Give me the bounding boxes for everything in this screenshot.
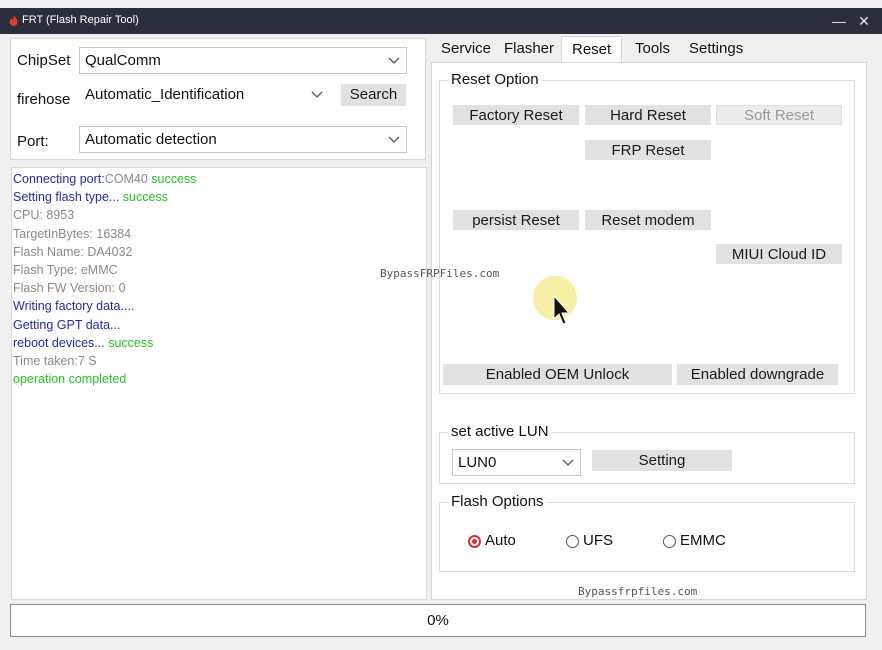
flash-option-emmc-label: EMMC <box>680 532 726 549</box>
log-line: Connecting port:COM40 success <box>13 172 196 186</box>
search-button[interactable]: Search <box>341 84 406 106</box>
flash-option-auto-label: Auto <box>485 532 516 549</box>
log-text: operation completed <box>13 372 127 387</box>
tab-flasher[interactable]: Flasher <box>504 40 554 57</box>
log-text: success <box>151 172 197 186</box>
tab-tools[interactable]: Tools <box>635 40 670 57</box>
log-line: Getting GPT data... <box>13 318 120 332</box>
radio-icon <box>663 535 676 548</box>
soft-reset-button[interactable]: Soft Reset <box>716 105 842 125</box>
log-text: Flash Name: DA4032 <box>13 244 133 259</box>
log-line: operation completed <box>13 372 126 386</box>
log-text: Flash Type: eMMC <box>13 263 118 277</box>
chevron-down-icon <box>562 459 574 466</box>
log-text: Time taken:7 S <box>13 354 97 368</box>
log-line: Flash Name: DA4032 <box>13 245 133 259</box>
mouse-pointer-icon <box>553 295 571 325</box>
port-label: Port: <box>17 133 49 150</box>
flame-app-icon <box>9 15 18 26</box>
log-text: Flash FW Version: 0 <box>13 281 126 296</box>
chipset-label: ChipSet <box>17 52 71 69</box>
frp-reset-button[interactable]: FRP Reset <box>585 140 711 160</box>
log-line: Flash FW Version: 0 <box>13 281 126 295</box>
connection-panel: ChipSet QualComm firehose Automatic_Iden… <box>10 38 426 160</box>
radio-selected-icon <box>468 535 481 548</box>
active-lun-group: set active LUN LUN0 Setting <box>439 423 855 484</box>
flash-option-ufs-label: UFS <box>583 532 613 549</box>
watermark-bottom: Bypassfrpfiles.com <box>578 585 698 598</box>
log-line: Writing factory data.... <box>13 299 134 313</box>
app-window: FRT (Flash Repair Tool) — ✕ ChipSet Qual… <box>0 0 882 650</box>
flash-options-group: Flash Options Auto UFS EMMC <box>439 493 855 572</box>
firehose-label: firehose <box>17 91 71 108</box>
log-text: TargetInBytes: 16384 <box>13 226 132 241</box>
close-button[interactable]: ✕ <box>851 8 877 34</box>
reset-option-group: Reset Option Factory Reset Hard Reset So… <box>439 71 855 394</box>
log-text: COM40 <box>104 172 152 186</box>
reset-option-legend: Reset Option <box>448 71 542 88</box>
log-text: Connecting port: <box>13 172 105 186</box>
flash-option-emmc[interactable]: EMMC <box>663 532 733 552</box>
progress-bar: 0% <box>10 604 866 637</box>
enabled-downgrade-button[interactable]: Enabled downgrade <box>677 364 838 385</box>
log-line: TargetInBytes: 16384 <box>13 227 131 241</box>
chevron-down-icon <box>311 91 323 98</box>
lun-value: LUN0 <box>458 454 497 471</box>
setting-button[interactable]: Setting <box>592 450 732 471</box>
reset-tab-page: Reset Option Factory Reset Hard Reset So… <box>431 62 867 600</box>
enabled-oem-unlock-button[interactable]: Enabled OEM Unlock <box>443 364 672 385</box>
firehose-select[interactable]: Automatic_Identification <box>79 81 330 108</box>
log-panel: Connecting port:COM40 success Setting fla… <box>11 167 427 600</box>
tab-settings[interactable]: Settings <box>689 40 743 57</box>
flash-options-legend: Flash Options <box>448 493 547 510</box>
log-text: Getting GPT data... <box>13 317 121 332</box>
chevron-down-icon <box>388 57 400 64</box>
chevron-down-icon <box>388 136 400 143</box>
log-text: success <box>108 335 154 350</box>
hard-reset-button[interactable]: Hard Reset <box>585 105 711 125</box>
firehose-value: Automatic_Identification <box>85 86 245 103</box>
port-select[interactable]: Automatic detection <box>79 126 407 153</box>
port-value: Automatic detection <box>85 131 217 148</box>
chipset-value: QualComm <box>85 52 161 69</box>
minimize-button[interactable]: — <box>826 8 852 34</box>
active-lun-legend: set active LUN <box>448 423 552 440</box>
tab-reset[interactable]: Reset <box>561 36 623 64</box>
tab-service[interactable]: Service <box>441 40 491 57</box>
log-text: reboot devices... <box>13 335 109 350</box>
log-text: success <box>122 190 168 205</box>
watermark-top: BypassFRPFiles.com <box>380 267 500 280</box>
log-line: reboot devices... success <box>13 336 153 350</box>
log-line: Time taken:7 S <box>13 354 97 368</box>
log-text: CPU: 8953 <box>13 208 75 223</box>
radio-icon <box>566 535 579 548</box>
chipset-select[interactable]: QualComm <box>79 47 407 74</box>
progress-text: 0% <box>427 612 449 629</box>
flash-option-ufs[interactable]: UFS <box>566 532 626 552</box>
log-text: Writing factory data.... <box>13 299 135 314</box>
log-text: Setting flash type... <box>13 190 123 205</box>
log-line: Flash Type: eMMC <box>13 263 118 277</box>
lun-select[interactable]: LUN0 <box>452 449 581 476</box>
miui-cloud-id-button[interactable]: MIUI Cloud ID <box>716 244 842 264</box>
title-bar: FRT (Flash Repair Tool) — ✕ <box>0 8 882 34</box>
log-line: Setting flash type... success <box>13 190 168 204</box>
factory-reset-button[interactable]: Factory Reset <box>453 105 579 125</box>
log-line: CPU: 8953 <box>13 208 74 222</box>
persist-reset-button[interactable]: persist Reset <box>453 210 579 230</box>
window-title: FRT (Flash Repair Tool) <box>22 14 139 26</box>
reset-modem-button[interactable]: Reset modem <box>585 210 711 230</box>
flash-option-auto[interactable]: Auto <box>468 532 528 552</box>
